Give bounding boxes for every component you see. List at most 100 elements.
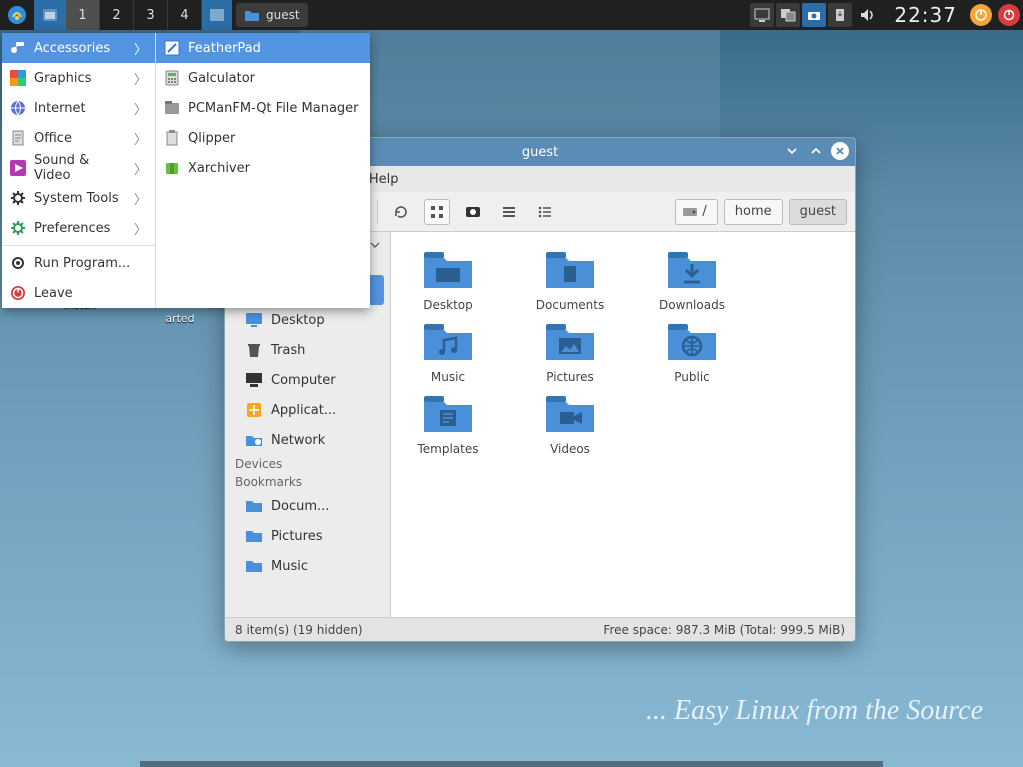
sidebar-item-network[interactable]: Network (231, 425, 384, 455)
network-icon (245, 431, 263, 449)
sidebar-item-trash[interactable]: Trash (231, 335, 384, 365)
taskbar-task-guest[interactable]: guest (236, 3, 308, 27)
sidebar-group-bookmarks: Bookmarks (225, 473, 390, 491)
folder-icon (245, 557, 263, 575)
trash-icon (245, 341, 263, 359)
menu-categories: Accessories 〉 Graphics 〉 Internet 〉 Offi… (2, 33, 156, 308)
window-close-button[interactable] (831, 142, 849, 160)
menu-cat-preferences[interactable]: Preferences 〉 (2, 213, 155, 243)
folder-pictures[interactable]: Pictures (523, 318, 617, 384)
application-menu: Accessories 〉 Graphics 〉 Internet 〉 Offi… (2, 33, 370, 308)
applications-icon (245, 401, 263, 419)
desktop-icon (245, 311, 263, 329)
office-icon (10, 130, 26, 146)
workspace-1[interactable]: 1 (66, 0, 100, 30)
graphics-icon (10, 70, 26, 86)
view-thumbnail-button[interactable] (460, 199, 486, 225)
drive-icon (682, 205, 698, 219)
menu-help[interactable]: Help (369, 172, 399, 187)
folder-music[interactable]: Music (401, 318, 495, 384)
run-icon (10, 255, 26, 271)
sidebar-item-computer[interactable]: Computer (231, 365, 384, 395)
tray-removable-icon[interactable] (828, 3, 852, 27)
computer-icon (245, 371, 263, 389)
calculator-icon (164, 70, 180, 86)
chevron-down-icon (370, 242, 380, 250)
window-minimize-button[interactable] (783, 142, 801, 160)
status-freespace: Free space: 987.3 MiB (Total: 999.5 MiB) (603, 623, 845, 637)
workspace-2[interactable]: 2 (100, 0, 134, 30)
submenu-qlipper[interactable]: Qlipper (156, 123, 370, 153)
menu-cat-accessories[interactable]: Accessories 〉 (2, 33, 155, 63)
bottom-dock[interactable] (140, 761, 883, 767)
path-root[interactable]: / (675, 199, 717, 225)
show-desktop-button[interactable] (34, 0, 66, 30)
menu-cat-graphics[interactable]: Graphics 〉 (2, 63, 155, 93)
shutdown-button[interactable] (998, 4, 1020, 26)
menu-cat-system[interactable]: System Tools 〉 (2, 183, 155, 213)
window-title: guest (522, 145, 558, 160)
workspace-4[interactable]: 4 (168, 0, 202, 30)
submenu-xarchiver[interactable]: Xarchiver (156, 153, 370, 183)
folder-documents[interactable]: Documents (523, 246, 617, 312)
status-items: 8 item(s) (19 hidden) (235, 623, 363, 637)
folder-videos[interactable]: Videos (523, 390, 617, 456)
window-maximize-button[interactable] (807, 142, 825, 160)
folder-icon (244, 8, 260, 22)
tray-camera-icon[interactable] (802, 3, 826, 27)
logout-button[interactable] (970, 4, 992, 26)
leave-icon (10, 285, 26, 301)
submenu-galculator[interactable]: Galculator (156, 63, 370, 93)
system-tray (750, 3, 852, 27)
menu-cat-internet[interactable]: Internet 〉 (2, 93, 155, 123)
statusbar: 8 item(s) (19 hidden) Free space: 987.3 … (225, 617, 855, 641)
submenu-featherpad[interactable]: FeatherPad (156, 33, 370, 63)
wallpaper-tagline: ... Easy Linux from the Source (646, 695, 983, 727)
sidebar-bookmark-documents[interactable]: Docum... (231, 491, 384, 521)
reload-button[interactable] (388, 199, 414, 225)
view-detailed-button[interactable] (532, 199, 558, 225)
tray-windows-icon[interactable] (776, 3, 800, 27)
menu-leave[interactable]: Leave (2, 278, 155, 308)
chevron-right-icon: 〉 (134, 39, 147, 58)
panel-clock[interactable]: 22:37 (884, 3, 967, 27)
sidebar-item-desktop[interactable]: Desktop (231, 305, 384, 335)
preferences-icon (10, 220, 26, 236)
system-icon (10, 190, 26, 206)
view-icons-button[interactable] (424, 199, 450, 225)
folder-downloads[interactable]: Downloads (645, 246, 739, 312)
internet-icon (10, 100, 26, 116)
menu-cat-multimedia[interactable]: Sound & Video 〉 (2, 153, 155, 183)
workspace-3[interactable]: 3 (134, 0, 168, 30)
sidebar-bookmark-pictures[interactable]: Pictures (231, 521, 384, 551)
accessories-icon (10, 40, 26, 56)
menu-cat-office[interactable]: Office 〉 (2, 123, 155, 153)
file-manager-icon (164, 100, 180, 116)
sidebar-item-applications[interactable]: Applicat... (231, 395, 384, 425)
folder-desktop[interactable]: Desktop (401, 246, 495, 312)
volume-icon[interactable] (852, 0, 884, 30)
menu-submenu-accessories: FeatherPad Galculator PCManFM-Qt File Ma… (156, 33, 370, 308)
archive-icon (164, 160, 180, 176)
folder-public[interactable]: Public (645, 318, 739, 384)
menu-run-program[interactable]: Run Program... (2, 248, 155, 278)
path-user[interactable]: guest (789, 199, 847, 225)
task-label: guest (266, 8, 300, 22)
featherpad-icon (164, 40, 180, 56)
taskbar-window-filemanager[interactable] (202, 0, 232, 30)
file-view[interactable]: Desktop Documents Downloads Music Pictur… (391, 232, 855, 617)
submenu-pcmanfm[interactable]: PCManFM-Qt File Manager (156, 93, 370, 123)
view-compact-button[interactable] (496, 199, 522, 225)
top-panel: 1 2 3 4 guest 22:37 (0, 0, 1023, 30)
path-home[interactable]: home (724, 199, 783, 225)
sidebar-bookmark-music[interactable]: Music (231, 551, 384, 581)
app-menu-button[interactable] (0, 0, 34, 30)
sidebar-group-devices: Devices (225, 455, 390, 473)
clipboard-icon (164, 130, 180, 146)
folder-templates[interactable]: Templates (401, 390, 495, 456)
tray-display-icon[interactable] (750, 3, 774, 27)
folder-icon (245, 497, 263, 515)
path-bar: / home guest (675, 199, 847, 225)
multimedia-icon (10, 160, 26, 176)
folder-icon (245, 527, 263, 545)
